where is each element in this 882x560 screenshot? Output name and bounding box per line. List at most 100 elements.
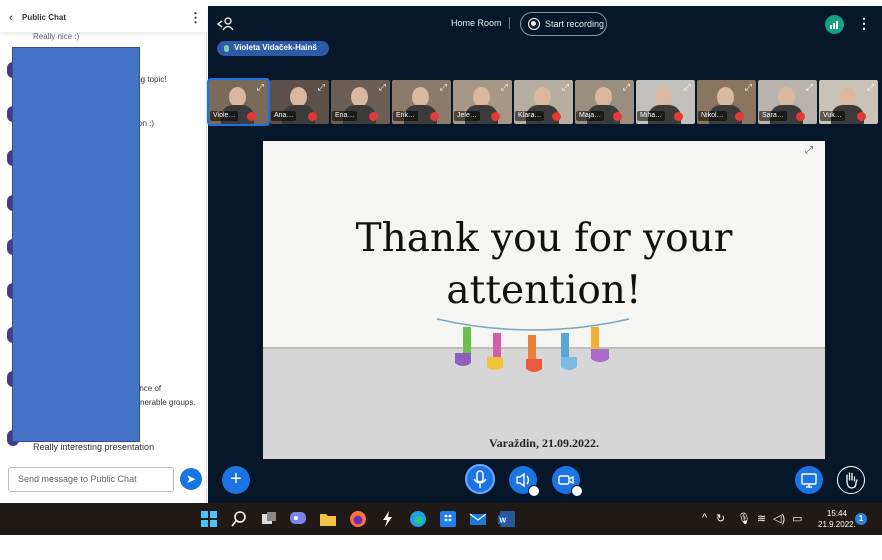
windows-start-icon[interactable] bbox=[200, 510, 218, 528]
participant-tile[interactable]: ⤢ Vuk… bbox=[819, 80, 878, 124]
firefox-icon[interactable] bbox=[349, 510, 367, 528]
participant-tile[interactable]: ⤢ Maja… bbox=[575, 80, 634, 124]
participant-name: Sara… bbox=[759, 111, 787, 121]
raise-hand-button[interactable] bbox=[837, 466, 865, 494]
muted-mic-icon bbox=[857, 112, 866, 121]
share-screen-button[interactable] bbox=[795, 466, 823, 494]
record-icon bbox=[528, 18, 540, 30]
sock bbox=[526, 335, 542, 372]
sock bbox=[561, 333, 577, 370]
participant-name: Nikol… bbox=[698, 111, 727, 121]
mic-icon bbox=[224, 45, 229, 52]
participant-name: Klara… bbox=[515, 111, 545, 121]
participant-face bbox=[351, 87, 368, 107]
expand-icon[interactable]: ⤢ bbox=[684, 82, 691, 93]
muted-mic-icon bbox=[796, 112, 805, 121]
lightning-icon[interactable] bbox=[379, 510, 397, 528]
participant-tile[interactable]: ⤢ Klara… bbox=[514, 80, 573, 124]
plus-icon: + bbox=[230, 468, 242, 490]
participant-tile[interactable]: ⤢ Viole… bbox=[207, 78, 270, 126]
connection-status-icon[interactable] bbox=[825, 15, 844, 34]
chat-title: Public Chat bbox=[22, 13, 67, 22]
meeting-area: Home Room Start recording ⋮ Violeta Vida… bbox=[207, 6, 882, 503]
fullscreen-icon[interactable]: ⤢ bbox=[805, 145, 813, 156]
send-icon: ➤ bbox=[185, 472, 197, 486]
participant-strip: ⤢ Viole… ⤢ Ana… ⤢ Ena… ⤢ Erik… ⤢ Jele… ⤢ Klara… ⤢ Maj… bbox=[207, 78, 882, 126]
date: 21.9.2022. bbox=[818, 520, 856, 529]
participant-tile[interactable]: ⤢ Jele… bbox=[453, 80, 512, 124]
mail-icon[interactable] bbox=[469, 510, 487, 528]
users-toggle-icon[interactable] bbox=[216, 17, 235, 34]
wifi-icon[interactable]: ≋ bbox=[757, 512, 766, 525]
divider bbox=[509, 17, 510, 29]
microphone-icon bbox=[473, 470, 487, 488]
participant-name: Jele… bbox=[454, 111, 480, 121]
clock[interactable]: 15:44 21.9.2022. bbox=[818, 508, 856, 530]
mute-microphone-button[interactable] bbox=[465, 464, 495, 494]
participant-tile[interactable]: ⤢ Miha… bbox=[636, 80, 695, 124]
chat-message-input[interactable]: Send message to Public Chat bbox=[8, 467, 174, 492]
chevron-left-icon[interactable]: ‹ bbox=[9, 12, 13, 24]
notification-badge[interactable]: 1 bbox=[855, 513, 867, 525]
send-button[interactable]: ➤ bbox=[180, 468, 202, 490]
participant-face bbox=[412, 87, 429, 107]
screen-share-icon bbox=[801, 473, 817, 488]
edge-icon[interactable] bbox=[409, 510, 427, 528]
chat-message-last: Really interesting presentation bbox=[33, 442, 155, 452]
participant-tile[interactable]: ⤢ Sara… bbox=[758, 80, 817, 124]
participant-name: Ena… bbox=[332, 111, 358, 121]
participant-name: Maja… bbox=[576, 111, 605, 121]
expand-icon[interactable]: ⤢ bbox=[379, 82, 386, 93]
battery-icon[interactable]: ▭ bbox=[792, 512, 802, 525]
more-options-icon[interactable]: ⋮ bbox=[189, 10, 202, 26]
actions-button[interactable]: + bbox=[222, 466, 250, 494]
expand-icon[interactable]: ⤢ bbox=[257, 82, 264, 93]
sock bbox=[455, 327, 471, 366]
dropbox-icon[interactable] bbox=[439, 510, 457, 528]
more-options-icon[interactable]: ⋮ bbox=[857, 15, 871, 32]
expand-icon[interactable]: ⤢ bbox=[501, 82, 508, 93]
muted-mic-icon bbox=[247, 112, 256, 121]
sync-icon[interactable]: ↻ bbox=[716, 512, 725, 525]
muted-mic-icon bbox=[735, 112, 744, 121]
presentation-slide: ⤢ Thank you for your attention! Varaždin… bbox=[263, 141, 825, 459]
expand-icon[interactable]: ⤢ bbox=[562, 82, 569, 93]
participant-tile[interactable]: ⤢ Erik… bbox=[392, 80, 451, 124]
camera-button[interactable] bbox=[552, 466, 583, 497]
expand-icon[interactable]: ⤢ bbox=[806, 82, 813, 93]
muted-mic-icon bbox=[430, 112, 439, 121]
expand-icon[interactable]: ⤢ bbox=[318, 82, 325, 93]
slide-title-line: Thank you for your bbox=[355, 216, 733, 261]
chevron-up-icon[interactable]: ^ bbox=[702, 512, 707, 524]
public-chat-panel: ‹ Public Chat ⋮ Really nice :) ding topi… bbox=[0, 6, 207, 503]
start-recording-button[interactable]: Start recording bbox=[520, 12, 607, 36]
svg-text:W: W bbox=[500, 518, 507, 525]
sock bbox=[487, 333, 503, 370]
participant-tile[interactable]: ⤢ Ana… bbox=[270, 80, 329, 124]
start-recording-label: Start recording bbox=[545, 19, 605, 29]
participant-face bbox=[229, 87, 246, 107]
sock bbox=[591, 327, 609, 362]
participant-tile[interactable]: ⤢ Nikol… bbox=[697, 80, 756, 124]
participant-face bbox=[656, 87, 673, 107]
volume-icon[interactable]: ◁) bbox=[773, 512, 785, 525]
microphone-icon[interactable]: 🎙 bbox=[737, 512, 751, 525]
audio-settings-button[interactable] bbox=[509, 466, 540, 497]
task-view-icon[interactable] bbox=[260, 510, 278, 528]
muted-mic-icon bbox=[674, 112, 683, 121]
slide-footer: Varaždin, 21.09.2022. bbox=[489, 436, 599, 450]
expand-icon[interactable]: ⤢ bbox=[745, 82, 752, 93]
word-icon[interactable]: W bbox=[498, 510, 516, 528]
muted-mic-icon bbox=[369, 112, 378, 121]
expand-icon[interactable]: ⤢ bbox=[623, 82, 630, 93]
expand-icon[interactable]: ⤢ bbox=[867, 82, 874, 93]
participant-face bbox=[534, 87, 551, 107]
chat-header: ‹ Public Chat ⋮ bbox=[0, 6, 207, 32]
expand-icon[interactable]: ⤢ bbox=[440, 82, 447, 93]
muted-mic-icon bbox=[308, 112, 317, 121]
participant-tile[interactable]: ⤢ Ena… bbox=[331, 80, 390, 124]
search-icon[interactable] bbox=[230, 510, 248, 528]
file-explorer-icon[interactable] bbox=[319, 510, 337, 528]
chat-icon[interactable] bbox=[289, 510, 307, 528]
participant-face bbox=[290, 87, 307, 107]
